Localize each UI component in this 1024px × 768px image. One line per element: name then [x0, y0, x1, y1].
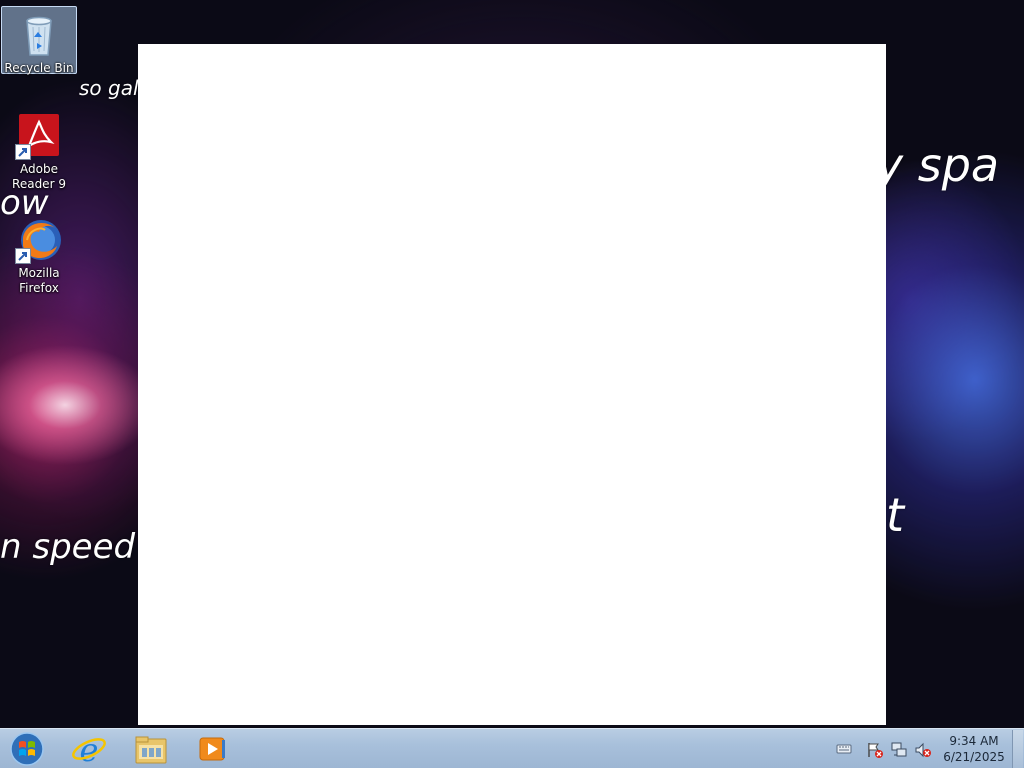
taskbar-internet-explorer[interactable]: e — [67, 731, 111, 768]
shortcut-arrow-icon — [15, 248, 31, 264]
wallpaper-text: n speed — [0, 527, 136, 567]
svg-text:e: e — [80, 731, 99, 767]
shortcut-arrow-icon — [15, 144, 31, 160]
network-icon[interactable] — [890, 741, 908, 759]
action-center-flag-icon[interactable] — [866, 741, 884, 759]
desktop-icon-label: Adobe Reader 9 — [12, 162, 66, 191]
firefox-icon — [15, 216, 63, 264]
desktop-icon-firefox[interactable]: Mozilla Firefox — [1, 212, 77, 296]
keyboard-icon[interactable] — [836, 741, 852, 757]
taskbar-clock[interactable]: 9:34 AM 6/21/2025 — [940, 733, 1008, 765]
adobe-reader-icon — [15, 112, 63, 160]
show-desktop-button[interactable] — [1012, 730, 1023, 768]
wallpaper-text: so gal — [79, 76, 139, 100]
desktop-icon-label: Mozilla Firefox — [18, 266, 60, 295]
windows-start-icon — [10, 732, 44, 766]
file-explorer-icon — [135, 736, 167, 764]
taskbar-file-explorer[interactable] — [129, 731, 173, 767]
start-button[interactable] — [8, 731, 46, 767]
desktop-icon-recycle-bin[interactable]: Recycle Bin — [1, 6, 77, 75]
desktop-icon-adobe-reader[interactable]: Adobe Reader 9 — [1, 108, 77, 192]
app-window-blank[interactable] — [138, 44, 886, 725]
volume-muted-icon[interactable] — [914, 741, 932, 759]
recycle-bin-icon — [15, 11, 63, 59]
clock-date: 6/21/2025 — [943, 750, 1005, 764]
desktop-icon-label: Recycle Bin — [4, 61, 74, 75]
internet-explorer-icon: e — [72, 731, 106, 768]
taskbar: e 9:34 AM 6/21/2025 — [0, 728, 1024, 768]
taskbar-media-player[interactable] — [189, 731, 233, 767]
clock-time: 9:34 AM — [949, 734, 999, 748]
media-player-icon — [199, 737, 225, 761]
